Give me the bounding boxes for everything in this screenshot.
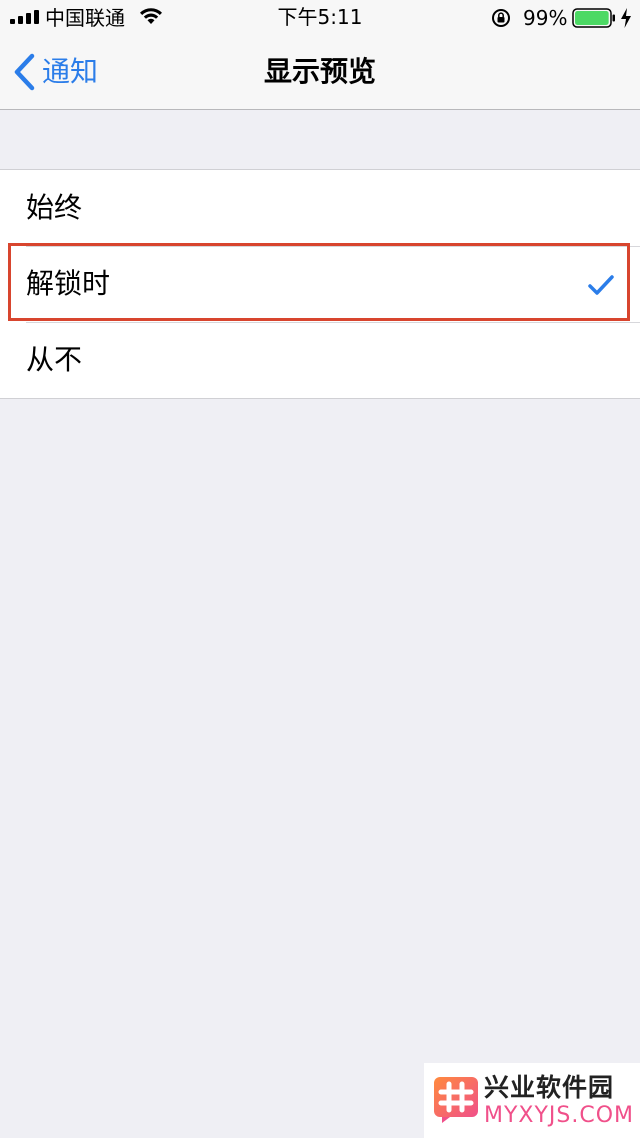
battery-icon xyxy=(572,8,615,28)
battery-percent: 99% xyxy=(523,6,568,30)
watermark-title: 兴业软件园 xyxy=(484,1073,615,1102)
rotation-lock-icon xyxy=(492,9,510,27)
option-always[interactable]: 始终 xyxy=(0,170,640,246)
hash-logo-icon xyxy=(434,1077,478,1123)
option-label: 从不 xyxy=(26,343,83,376)
watermark: 兴业软件园 MYXYJS.COM xyxy=(424,1063,640,1138)
status-bar: 中国联通 下午5:11 99% xyxy=(0,0,640,36)
option-never[interactable]: 从不 xyxy=(0,322,640,398)
checkmark-icon xyxy=(588,275,614,295)
watermark-url: MYXYJS.COM xyxy=(484,1103,635,1128)
charging-bolt-icon xyxy=(621,8,631,28)
option-when-unlocked[interactable]: 解锁时 xyxy=(0,246,640,322)
option-label: 始终 xyxy=(26,191,83,224)
show-preview-options-list: 始终 解锁时 从不 xyxy=(0,169,640,399)
page-title: 显示预览 xyxy=(263,55,376,88)
option-label: 解锁时 xyxy=(26,267,111,300)
navigation-bar: 通知 显示预览 xyxy=(0,36,640,110)
